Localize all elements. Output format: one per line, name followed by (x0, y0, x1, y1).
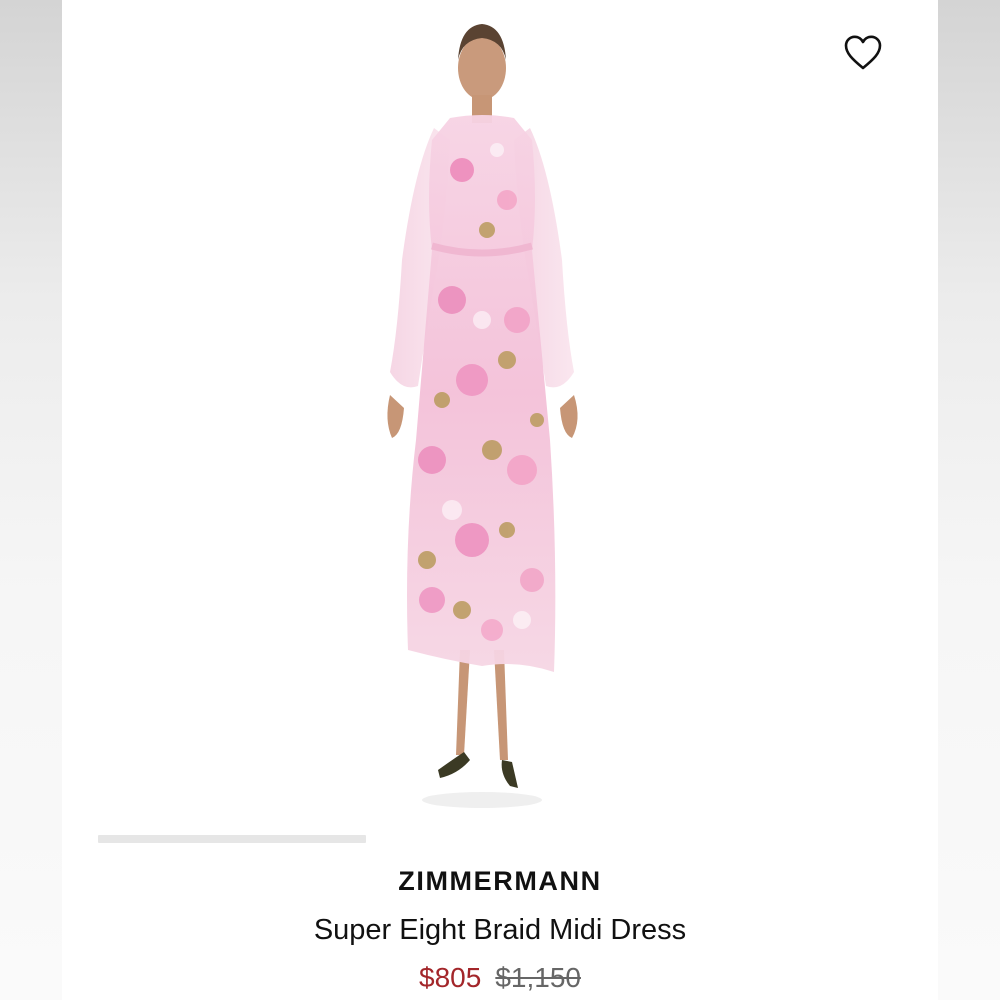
price-row: $805 $1,150 (62, 962, 938, 994)
sale-price: $805 (419, 962, 482, 993)
wishlist-button[interactable] (842, 32, 884, 74)
screen: ZIMMERMANN Super Eight Braid Midi Dress … (0, 0, 1000, 1000)
product-title[interactable]: Super Eight Braid Midi Dress (62, 914, 938, 947)
left-backdrop (0, 0, 62, 1000)
product-image[interactable] (332, 0, 632, 820)
original-price: $1,150 (495, 962, 581, 993)
product-card[interactable]: ZIMMERMANN Super Eight Braid Midi Dress … (62, 0, 938, 1000)
heart-outline-icon (844, 35, 882, 70)
model-in-dress-illustration (387, 24, 578, 808)
image-gallery-scroll-indicator[interactable] (98, 835, 366, 843)
right-backdrop (938, 0, 1000, 1000)
brand-name[interactable]: ZIMMERMANN (62, 866, 938, 897)
